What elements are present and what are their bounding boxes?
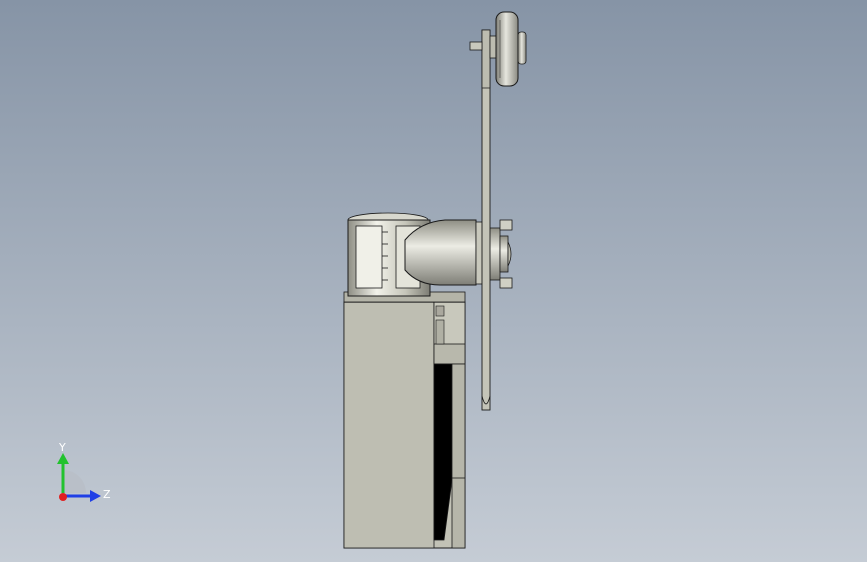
cad-viewport[interactable]: Y Z: [0, 0, 867, 562]
z-axis-arrow: [90, 490, 101, 502]
roller: [469, 11, 527, 87]
shaft: [404, 219, 513, 289]
switch-body: [343, 301, 466, 549]
limit-switch-model[interactable]: [0, 0, 867, 562]
x-axis-dot: [59, 493, 67, 501]
axis-triad: Y Z: [57, 441, 111, 502]
y-axis-arrow: [57, 453, 69, 464]
triad-arc: [63, 470, 86, 493]
z-axis-label: Z: [103, 488, 111, 501]
y-axis-label: Y: [58, 441, 66, 454]
lever-arm: [481, 29, 491, 411]
